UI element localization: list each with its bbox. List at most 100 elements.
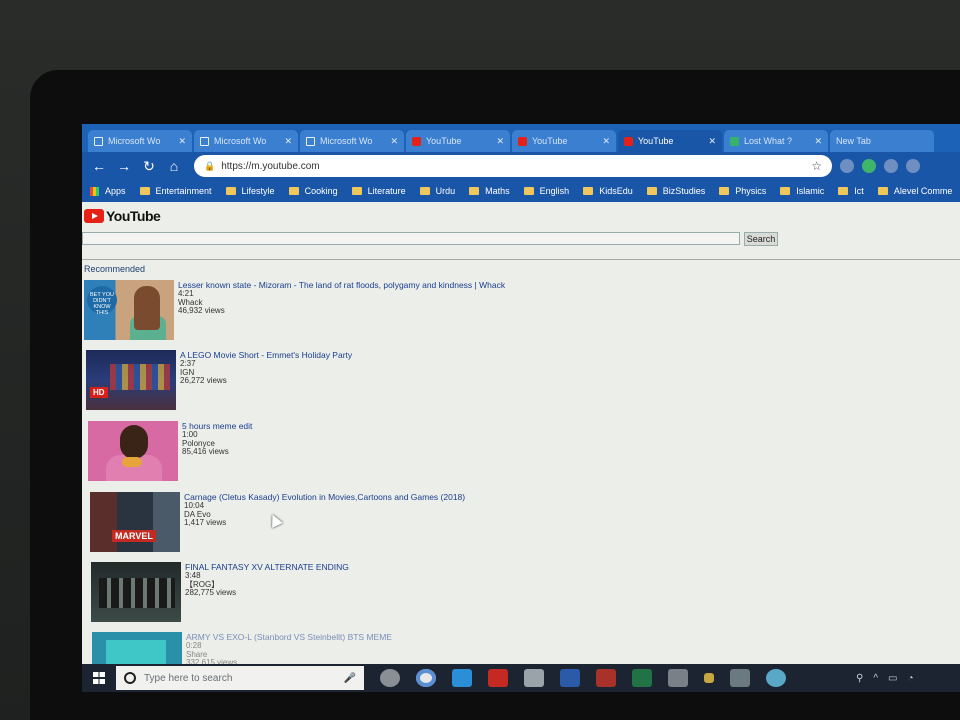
bookmark-label: BizStudies (662, 186, 706, 196)
video-title[interactable]: A LEGO Movie Short - Emmet's Holiday Par… (180, 350, 352, 360)
bookmark-folder[interactable]: Ict (838, 186, 864, 196)
folder-icon (351, 187, 362, 195)
tray-icon[interactable]: ▭ (888, 673, 897, 684)
photos-icon[interactable] (730, 669, 750, 687)
close-icon[interactable]: ✕ (814, 136, 822, 147)
bookmark-label: Maths (485, 186, 510, 196)
bookmark-folder[interactable]: Maths (469, 186, 510, 196)
bookmark-folder[interactable]: KidsEdu (583, 186, 633, 196)
start-button[interactable] (82, 664, 116, 692)
acrobat-icon[interactable] (488, 669, 508, 687)
chrome-icon[interactable] (416, 669, 436, 687)
video-thumbnail[interactable] (88, 421, 178, 481)
bookmark-apps[interactable]: Apps (90, 186, 126, 196)
folder-icon (719, 187, 730, 195)
video-title[interactable]: Carnage (Cletus Kasady) Evolution in Mov… (184, 492, 465, 502)
apps-grid-icon (90, 186, 99, 196)
bookmark-folder[interactable]: Lifestyle (225, 186, 275, 196)
close-icon[interactable]: ✕ (284, 136, 292, 147)
youtube-icon (518, 136, 527, 146)
video-thumbnail[interactable]: MARVEL (90, 492, 180, 552)
app-icon[interactable] (668, 669, 688, 687)
address-bar[interactable]: 🔒 https://m.youtube.com ☆ (194, 155, 832, 177)
bookmark-folder[interactable]: Urdu (419, 186, 456, 196)
microphone-icon[interactable]: 🎤 (344, 673, 356, 684)
video-item[interactable]: FINAL FANTASY XV ALTERNATE ENDING 3:48 【… (91, 562, 349, 622)
video-thumbnail[interactable]: BET YOU DIDN'T KNOW THIS (84, 280, 174, 340)
extension-icon[interactable] (906, 159, 920, 173)
tab-microsoft-word-3[interactable]: Microsoft Wo ✕ (300, 130, 404, 152)
app-icon[interactable] (704, 673, 714, 683)
taskbar-search[interactable]: Type here to search 🎤 (116, 666, 364, 690)
bookmark-folder[interactable]: Physics (719, 186, 766, 196)
video-item[interactable]: BET YOU DIDN'T KNOW THIS Lesser known st… (84, 280, 505, 340)
extension-icon[interactable] (884, 159, 898, 173)
tray-icon[interactable]: ⚲ (856, 673, 863, 684)
tab-youtube-1[interactable]: YouTube ✕ (406, 130, 510, 152)
tab-label: Microsoft Wo (214, 136, 267, 146)
excel-icon[interactable] (632, 669, 652, 687)
bookmark-folder[interactable]: English (523, 186, 569, 196)
folder-icon (780, 187, 791, 195)
word-icon[interactable] (560, 669, 580, 687)
bookmark-folder[interactable]: Entertainment (139, 186, 212, 196)
tab-microsoft-word-2[interactable]: Microsoft Wo ✕ (194, 130, 298, 152)
divider (82, 259, 960, 260)
folder-icon (838, 187, 849, 195)
network-icon[interactable]: ◔ (907, 673, 913, 684)
video-duration: 0:28 (186, 641, 202, 650)
video-title[interactable]: FINAL FANTASY XV ALTERNATE ENDING (185, 562, 349, 572)
close-icon[interactable]: ✕ (602, 136, 610, 147)
tab-lost-what[interactable]: Lost What ? ✕ (724, 130, 828, 152)
video-views: 282,775 views (185, 588, 237, 597)
search-button[interactable]: Search (744, 232, 778, 246)
access-icon[interactable] (596, 669, 616, 687)
back-arrow-icon[interactable]: ← (88, 155, 110, 177)
edge-icon[interactable] (452, 669, 472, 687)
video-thumbnail[interactable] (91, 562, 181, 622)
bookmark-folder[interactable]: Islamic (780, 186, 824, 196)
extension-icon[interactable] (862, 159, 876, 173)
bookmark-folder[interactable]: Literature (351, 186, 406, 196)
video-thumbnail[interactable]: HD (86, 350, 176, 410)
marvel-logo: MARVEL (112, 530, 156, 542)
video-item[interactable]: HD A LEGO Movie Short - Emmet's Holiday … (86, 350, 352, 410)
star-icon[interactable]: ☆ (811, 159, 822, 173)
tab-youtube-active[interactable]: YouTube ✕ (618, 130, 722, 152)
bookmark-label: Physics (735, 186, 767, 196)
tab-youtube-2[interactable]: YouTube ✕ (512, 130, 616, 152)
home-icon[interactable]: ⌂ (163, 155, 185, 177)
reload-icon[interactable]: ↻ (138, 155, 160, 177)
bookmark-label: Literature (367, 186, 406, 196)
thumbnail-badge: BET YOU DIDN'T KNOW THIS (87, 286, 117, 316)
search-input[interactable] (82, 232, 740, 245)
extension-icon[interactable] (840, 159, 854, 173)
forward-arrow-icon[interactable]: → (113, 155, 135, 177)
close-icon[interactable]: ✕ (178, 136, 186, 147)
close-icon[interactable]: ✕ (390, 136, 398, 147)
bookmark-label: Urdu (435, 186, 456, 196)
bookmark-folder[interactable]: Alevel Comme (877, 186, 952, 196)
youtube-logo[interactable]: YouTube (84, 208, 161, 224)
app-icon[interactable] (766, 669, 786, 687)
app-icon[interactable] (380, 669, 400, 687)
video-meta: Carnage (Cletus Kasady) Evolution in Mov… (184, 492, 465, 552)
tab-new-tab[interactable]: New Tab (830, 130, 934, 152)
video-title[interactable]: Lesser known state - Mizoram - The land … (178, 280, 505, 290)
video-title[interactable]: ARMY VS EXO-L (Stanbord VS Steinbellt) B… (186, 632, 392, 642)
thumbnail-figure (106, 640, 166, 664)
bookmark-folder[interactable]: Cooking (288, 186, 338, 196)
close-icon[interactable]: ✕ (496, 136, 504, 147)
file-explorer-icon[interactable] (524, 669, 544, 687)
video-item[interactable]: 5 hours meme edit 1:00 Polonyce 85,416 v… (88, 421, 252, 481)
video-duration: 10:04 (184, 501, 205, 510)
tab-microsoft-word-1[interactable]: Microsoft Wo ✕ (88, 130, 192, 152)
chevron-up-icon[interactable]: ^ (873, 673, 878, 684)
url-text: https://m.youtube.com (221, 160, 320, 172)
close-icon[interactable]: ✕ (708, 136, 716, 147)
thumbnail-figure (99, 578, 175, 608)
screen: Microsoft Wo ✕ Microsoft Wo ✕ Microsoft … (82, 124, 960, 692)
windows-logo-icon (93, 672, 105, 684)
tab-label: New Tab (836, 136, 871, 146)
bookmark-folder[interactable]: BizStudies (646, 186, 706, 196)
